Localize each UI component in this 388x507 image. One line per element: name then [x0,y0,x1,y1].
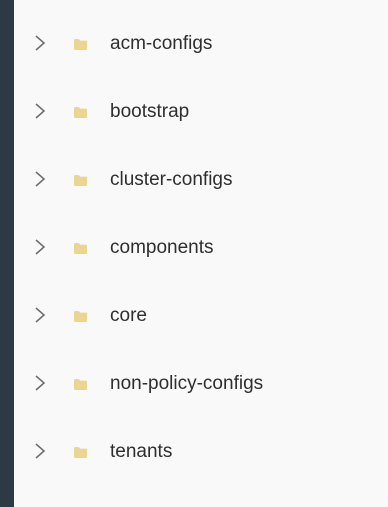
chevron-right-icon[interactable] [34,171,46,187]
folder-icon [74,311,87,322]
tree-item-label: core [110,305,147,326]
chevron-right-icon[interactable] [34,35,46,51]
folder-icon [74,447,87,458]
chevron-right-icon[interactable] [34,103,46,119]
tree-item-label: acm-configs [110,33,213,54]
folder-tree: acm-configs bootstrap cluster-configs co… [14,10,388,486]
folder-tree-panel: acm-configs bootstrap cluster-configs co… [14,0,388,507]
chevron-right-icon[interactable] [34,443,46,459]
tree-item-components[interactable]: components [14,214,388,282]
chevron-right-icon[interactable] [34,307,46,323]
tree-item-core[interactable]: core [14,282,388,350]
tree-item-label: components [110,237,214,258]
tree-item-tenants[interactable]: tenants [14,418,388,486]
tree-item-label: tenants [110,441,173,462]
tree-item-cluster-configs[interactable]: cluster-configs [14,146,388,214]
folder-icon [74,175,87,186]
folder-icon [74,379,87,390]
tree-item-label: cluster-configs [110,169,233,190]
tree-item-bootstrap[interactable]: bootstrap [14,78,388,146]
tree-item-non-policy-configs[interactable]: non-policy-configs [14,350,388,418]
tree-item-label: bootstrap [110,101,190,122]
tree-item-label: non-policy-configs [110,373,264,394]
folder-icon [74,243,87,254]
chevron-right-icon[interactable] [34,375,46,391]
folder-icon [74,107,87,118]
chevron-right-icon[interactable] [34,239,46,255]
folder-icon [74,39,87,50]
tree-item-acm-configs[interactable]: acm-configs [14,10,388,78]
